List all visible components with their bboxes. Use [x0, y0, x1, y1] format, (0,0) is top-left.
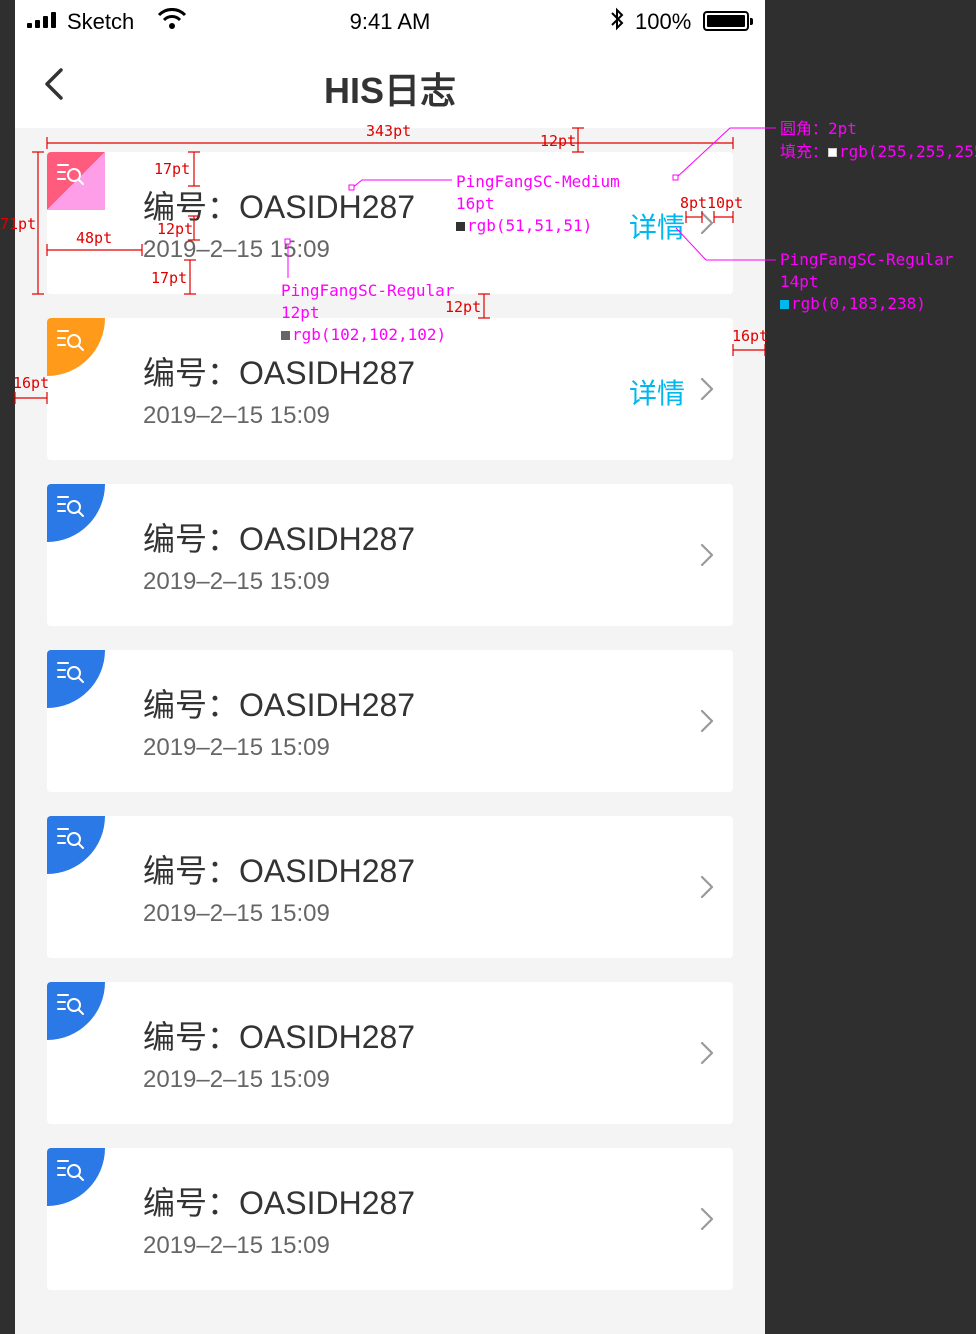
chevron-right-icon[interactable] [699, 874, 715, 900]
log-card[interactable]: 编号：OASIDH287 2019–2–15 15:09 [47, 1148, 733, 1290]
log-number: 编号：OASIDH287 [143, 355, 416, 391]
log-card[interactable]: 编号：OASIDH287 2019–2–15 15:09 [47, 982, 733, 1124]
log-card[interactable]: 编号：OASIDH287 2019–2–15 15:09 详情 [47, 152, 733, 294]
bluetooth-icon [611, 7, 624, 31]
log-list: 编号：OASIDH287 2019–2–15 15:09 详情 编号：OASIDH28… [47, 152, 733, 1314]
badge-corner [47, 318, 105, 376]
log-date: 2019–2–15 15:09 [143, 1232, 330, 1259]
log-date: 2019–2–15 15:09 [143, 900, 330, 927]
detail-link[interactable]: 详情 [629, 372, 685, 412]
detail-link[interactable]: 详情 [629, 206, 685, 246]
badge-corner [47, 484, 105, 542]
detail-color-annotation: rgb(0,183,238) [780, 293, 926, 315]
chevron-right-icon[interactable] [699, 1040, 715, 1066]
fill-annotation: 填充：rgb(255,255,255) [780, 142, 976, 161]
log-card[interactable]: 编号：OASIDH287 2019–2–15 15:09 详情 [47, 318, 733, 460]
chevron-right-icon[interactable] [699, 376, 715, 402]
log-date: 2019–2–15 15:09 [143, 402, 330, 429]
chevron-right-icon[interactable] [699, 1206, 715, 1232]
badge-corner [47, 152, 105, 210]
phone-screen: Sketch 9:41 AM 100% HIS日志 编号：OASIDH287 20… [15, 0, 765, 1334]
detail-size-annotation: 14pt [780, 272, 819, 291]
log-date: 2019–2–15 15:09 [143, 568, 330, 595]
log-date: 2019–2–15 15:09 [143, 734, 330, 761]
chevron-right-icon[interactable] [699, 708, 715, 734]
log-date: 2019–2–15 15:09 [143, 236, 330, 263]
page-title: HIS日志 [323, 70, 456, 111]
log-number: 编号：OASIDH287 [143, 521, 416, 557]
log-number: 编号：OASIDH287 [143, 1185, 416, 1221]
badge-corner [47, 816, 105, 874]
log-date: 2019–2–15 15:09 [143, 1066, 330, 1093]
log-number: 编号：OASIDH287 [143, 189, 416, 225]
log-number: 编号：OASIDH287 [143, 1019, 416, 1055]
log-card[interactable]: 编号：OASIDH287 2019–2–15 15:09 [47, 484, 733, 626]
radius-annotation: 圆角：2pt [780, 119, 857, 138]
chevron-right-icon[interactable] [699, 542, 715, 568]
battery-percent: 100% [635, 9, 692, 34]
status-bar: Sketch 9:41 AM 100% [15, 0, 765, 42]
log-number: 编号：OASIDH287 [143, 687, 416, 723]
battery-icon [703, 11, 753, 31]
badge-corner [47, 1148, 105, 1206]
detail-font-annotation: PingFangSC-Regular [780, 250, 954, 269]
badge-corner [47, 982, 105, 1040]
log-card[interactable]: 编号：OASIDH287 2019–2–15 15:09 [47, 816, 733, 958]
chevron-right-icon[interactable] [699, 210, 715, 236]
log-number: 编号：OASIDH287 [143, 853, 416, 889]
badge-corner [47, 650, 105, 708]
log-card[interactable]: 编号：OASIDH287 2019–2–15 15:09 [47, 650, 733, 792]
nav-bar: HIS日志 [15, 42, 765, 128]
